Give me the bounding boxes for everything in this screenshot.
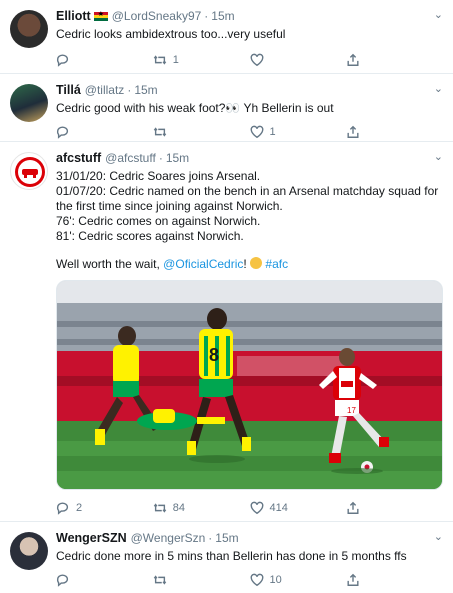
- tweet-text-line: 76': Cedric comes on against Norwich.: [56, 214, 261, 228]
- user-handle[interactable]: @LordSneaky97: [112, 9, 202, 23]
- display-name[interactable]: WengerSZN: [56, 531, 127, 545]
- tweet-text-line: 01/07/20: Cedric named on the bench in a…: [56, 184, 439, 213]
- user-handle[interactable]: @afcstuff: [105, 151, 156, 165]
- football-match-photo: 8 17: [57, 281, 442, 489]
- closing-text: Well worth the wait,: [56, 257, 160, 271]
- display-name[interactable]: afcstuff: [56, 151, 101, 165]
- chevron-down-icon[interactable]: ⌄: [434, 8, 443, 21]
- like-count: 1: [269, 126, 276, 138]
- timestamp[interactable]: 15m: [215, 531, 238, 545]
- user-handle[interactable]: @tillatz: [85, 83, 125, 97]
- tweet-header: WengerSZN @WengerSzn · 15m: [56, 530, 443, 546]
- share-icon: [347, 573, 359, 586]
- tweet-content: Tillá @tillatz · 15m ⌄ Cedric good with …: [56, 82, 443, 141]
- mention-link[interactable]: @OficialCedric: [163, 257, 243, 271]
- separator-dot: ·: [208, 531, 213, 545]
- tweet[interactable]: Tillá @tillatz · 15m ⌄ Cedric good with …: [0, 74, 453, 142]
- share-icon: [347, 53, 359, 66]
- avatar[interactable]: [10, 84, 48, 122]
- display-name[interactable]: Tillá: [56, 83, 81, 97]
- arsenal-logo-icon: [15, 157, 45, 187]
- tweet-actions: 2 84 414: [56, 496, 443, 520]
- tweet-text-line: 31/01/20: Cedric Soares joins Arsenal.: [56, 169, 261, 183]
- reply-button[interactable]: 2: [56, 501, 153, 515]
- timestamp[interactable]: 15m: [134, 83, 157, 97]
- avatar[interactable]: [10, 10, 48, 48]
- chevron-down-icon[interactable]: ⌄: [434, 150, 443, 163]
- tweet-header: Tillá @tillatz · 15m: [56, 82, 443, 98]
- retweet-button[interactable]: 1: [153, 53, 250, 67]
- like-count: 414: [269, 502, 288, 514]
- tweet-header: afcstuff @afcstuff · 15m: [56, 150, 443, 166]
- retweet-icon: [153, 503, 166, 513]
- retweet-button[interactable]: 84: [153, 501, 250, 515]
- timestamp[interactable]: 15m: [166, 151, 189, 165]
- avatar[interactable]: [10, 152, 48, 190]
- timestamp[interactable]: 15m: [211, 9, 234, 23]
- separator-dot: ·: [158, 151, 163, 165]
- tweet-actions: 10: [56, 568, 443, 592]
- reply-button[interactable]: [56, 53, 153, 67]
- tweet-content: WengerSZN @WengerSzn · 15m ⌄ Cedric done…: [56, 530, 443, 593]
- relieved-face-emoji: [250, 257, 263, 269]
- like-button[interactable]: 10: [250, 573, 347, 587]
- reply-icon: [56, 502, 69, 515]
- reply-icon: [56, 126, 69, 139]
- share-button[interactable]: [346, 125, 443, 139]
- tweet-photo[interactable]: 8 17: [56, 280, 443, 490]
- reply-icon: [56, 54, 69, 67]
- like-button[interactable]: [250, 53, 347, 67]
- heart-icon: [250, 53, 263, 67]
- reply-button[interactable]: [56, 573, 153, 587]
- tweet-content: afcstuff @afcstuff · 15m ⌄ 31/01/20: Ced…: [56, 150, 443, 521]
- tweet[interactable]: WengerSZN @WengerSzn · 15m ⌄ Cedric done…: [0, 522, 453, 593]
- display-name[interactable]: Elliott: [56, 9, 91, 23]
- like-button[interactable]: 414: [250, 501, 347, 515]
- tweet-text: 31/01/20: Cedric Soares joins Arsenal. 0…: [56, 169, 443, 272]
- retweet-icon: [153, 55, 166, 65]
- ghana-flag-emoji: [93, 10, 108, 21]
- svg-text:17: 17: [347, 406, 356, 415]
- share-button[interactable]: [346, 573, 443, 587]
- tweet-actions: 1: [56, 48, 443, 72]
- retweet-button[interactable]: [153, 573, 250, 587]
- separator-dot: ·: [204, 9, 209, 23]
- like-button[interactable]: 1: [250, 125, 347, 139]
- tweet[interactable]: Elliott @LordSneaky97 · 15m ⌄ Cedric loo…: [0, 0, 453, 74]
- tweet-header: Elliott @LordSneaky97 · 15m: [56, 8, 443, 24]
- exclamation: !: [243, 257, 247, 271]
- tweet-text-line: 81': Cedric scores against Norwich.: [56, 229, 244, 243]
- reply-button[interactable]: [56, 125, 153, 139]
- tweet-feed: Elliott @LordSneaky97 · 15m ⌄ Cedric loo…: [0, 0, 453, 593]
- retweet-icon: [153, 127, 166, 137]
- reply-icon: [56, 574, 69, 587]
- like-count: 10: [269, 574, 282, 586]
- retweet-count: 84: [172, 502, 185, 514]
- user-handle[interactable]: @WengerSzn: [131, 531, 206, 545]
- hashtag-link[interactable]: #afc: [265, 257, 288, 271]
- heart-icon: [250, 125, 263, 139]
- tweet[interactable]: afcstuff @afcstuff · 15m ⌄ 31/01/20: Ced…: [0, 142, 453, 522]
- share-button[interactable]: [346, 53, 443, 67]
- tweet-text: Cedric done more in 5 mins than Bellerin…: [56, 549, 407, 563]
- share-icon: [347, 501, 359, 514]
- reply-count: 2: [76, 502, 83, 514]
- chevron-down-icon[interactable]: ⌄: [434, 530, 443, 543]
- retweet-count: 1: [172, 54, 179, 66]
- tweet-text: Cedric good with his weak foot?👀 Yh Bell…: [56, 101, 334, 115]
- heart-icon: [250, 573, 263, 587]
- share-icon: [347, 125, 359, 138]
- tweet-text: Cedric looks ambidextrous too...very use…: [56, 27, 286, 41]
- avatar[interactable]: [10, 532, 48, 570]
- tweet-text-line: Well worth the wait, @OficialCedric! #af…: [56, 257, 443, 272]
- retweet-icon: [153, 575, 166, 585]
- share-button[interactable]: [346, 501, 443, 515]
- chevron-down-icon[interactable]: ⌄: [434, 82, 443, 95]
- heart-icon: [250, 501, 263, 515]
- tweet-content: Elliott @LordSneaky97 · 15m ⌄ Cedric loo…: [56, 8, 443, 73]
- retweet-button[interactable]: [153, 125, 250, 139]
- tweet-actions: 1: [56, 120, 443, 144]
- separator-dot: ·: [127, 83, 132, 97]
- svg-text:8: 8: [209, 345, 219, 365]
